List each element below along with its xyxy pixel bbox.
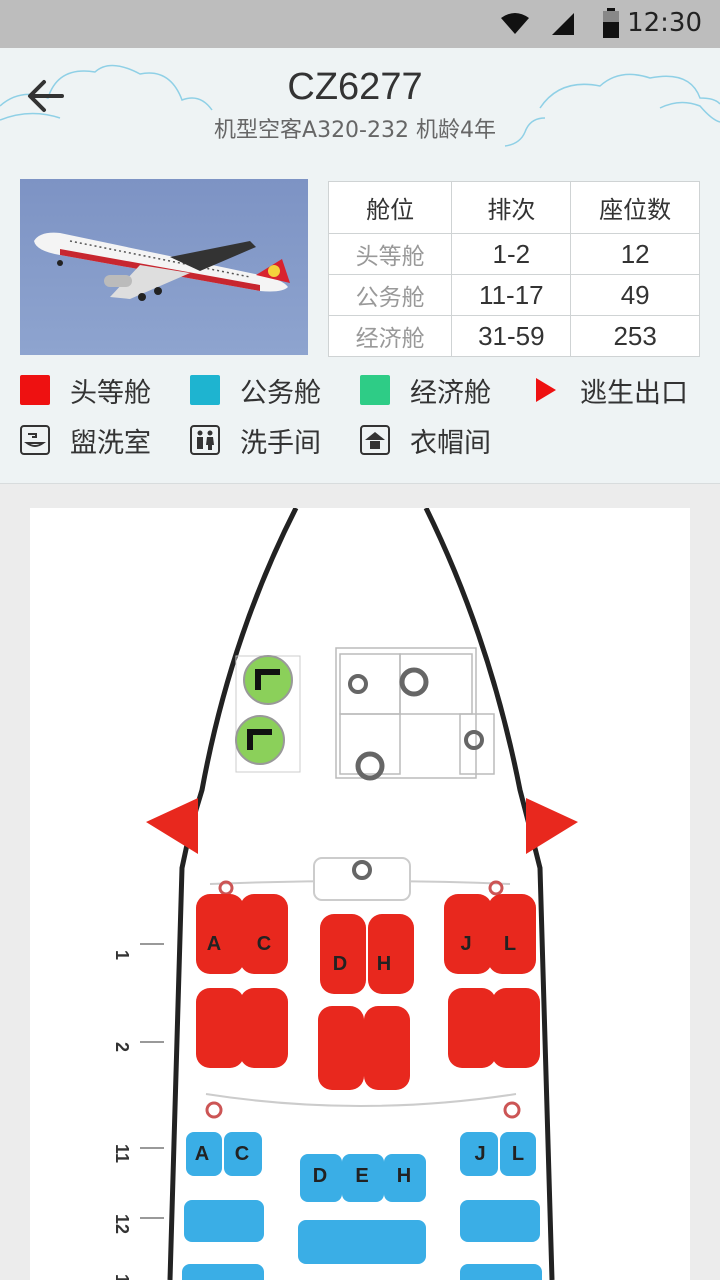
status-bar: 12:30: [0, 0, 720, 48]
galley-unit: [235, 715, 285, 765]
washroom-icon: [20, 425, 50, 455]
flight-number: CZ6277: [287, 66, 423, 108]
seat-letter: A: [195, 1143, 209, 1165]
legend-restroom: 洗手间: [190, 420, 321, 460]
legend-washroom: 盥洗室: [20, 420, 151, 460]
signal-icon: [552, 13, 574, 35]
cell-cabin: 头等舱: [327, 233, 453, 275]
service-point-icon: [503, 1101, 521, 1119]
seat-letter: D: [333, 953, 347, 975]
table-row: 经济舱 31-59 253: [327, 315, 700, 357]
seat-map: 1 2 11 12 13: [112, 508, 578, 1280]
legend-first-class: 头等舱: [20, 370, 151, 410]
aircraft-photo: [20, 179, 308, 355]
business-class-swatch: [190, 375, 220, 405]
table-row: 公务舱 11-17 49: [327, 274, 700, 316]
cell-rows: 31-59: [451, 315, 572, 357]
legend-economy-class: 经济舱: [360, 370, 491, 410]
first-class-swatch: [20, 375, 50, 405]
cell-seats: 49: [570, 274, 700, 316]
seat: [184, 1200, 264, 1242]
seat: [240, 988, 288, 1068]
exit-arrow-right: [526, 798, 578, 854]
legend-label: 衣帽间: [410, 427, 491, 459]
seat-letter: L: [512, 1143, 524, 1165]
restroom-icon: [190, 425, 220, 455]
table-header-row: 舱位 排次 座位数: [327, 181, 700, 234]
cell-rows: 11-17: [451, 274, 572, 316]
aircraft-info: 机型空客A320-232 机龄4年: [214, 118, 496, 143]
seat-letter: J: [460, 933, 471, 955]
cell-cabin: 经济舱: [327, 315, 453, 357]
legend-business-class: 公务舱: [190, 370, 321, 410]
legend-label: 逃生出口: [580, 377, 688, 409]
legend-cloakroom: 衣帽间: [360, 420, 491, 460]
exit-arrow-icon: [536, 378, 556, 402]
legend-label: 洗手间: [240, 427, 321, 459]
legend-label: 盥洗室: [70, 427, 151, 459]
legend-label: 头等舱: [70, 377, 151, 409]
cabin-summary-table: 舱位 排次 座位数 头等舱 1-2 12 公务舱 11-17 49 经济舱 31…: [327, 181, 700, 357]
wifi-icon: [501, 13, 529, 34]
row-label: 13: [112, 1274, 132, 1280]
legend-exit: 逃生出口: [534, 370, 688, 410]
service-point-icon: [464, 730, 484, 750]
seat-letter: L: [504, 933, 516, 955]
cabin-divider: [205, 1093, 517, 1107]
status-time: 12:30: [627, 8, 702, 38]
seat-letter: H: [397, 1165, 411, 1187]
seat-letter: D: [313, 1165, 327, 1187]
cell-cabin: 公务舱: [327, 274, 453, 316]
battery-icon: [603, 8, 619, 38]
seat-letter: H: [377, 953, 391, 975]
economy-class-swatch: [360, 375, 390, 405]
seat: [460, 1200, 540, 1242]
legend-label: 经济舱: [410, 377, 491, 409]
cell-rows: 1-2: [451, 233, 572, 275]
seat-letter: J: [474, 1143, 485, 1165]
exit-arrow-left: [146, 798, 198, 854]
seat: [448, 988, 496, 1068]
flight-header: CZ6277 机型空客A320-232 机龄4年 舱位 排次 座位数 头等舱 1…: [0, 48, 720, 484]
service-point-icon: [399, 667, 429, 697]
cloakroom-icon: [360, 425, 390, 455]
service-point-icon: [205, 1101, 223, 1119]
cell-seats: 253: [570, 315, 700, 357]
row-label: 12: [112, 1214, 132, 1234]
seat: [318, 1006, 364, 1090]
seat-letter: C: [235, 1143, 249, 1165]
seat: [460, 1264, 542, 1280]
legend-label: 公务舱: [240, 377, 321, 409]
seat: [196, 988, 244, 1068]
service-point-icon: [348, 674, 368, 694]
table-row: 头等舱 1-2 12: [327, 233, 700, 275]
seat-letter: C: [257, 933, 271, 955]
header-rows: 排次: [451, 181, 572, 234]
row-label: 11: [112, 1144, 132, 1163]
cell-seats: 12: [570, 233, 700, 275]
seat-letter: E: [355, 1165, 368, 1187]
header-seats: 座位数: [570, 181, 700, 234]
header-cabin: 舱位: [327, 181, 453, 234]
seat: [182, 1264, 264, 1280]
row-label: 1: [112, 950, 132, 960]
seat-map-card: 1 2 11 12 13: [30, 508, 690, 1280]
row-label: 2: [112, 1042, 132, 1052]
galley-unit: [243, 655, 293, 705]
seat: [492, 988, 540, 1068]
seat: [298, 1220, 426, 1264]
seat: [364, 1006, 410, 1090]
first-class-seats: [196, 894, 540, 1090]
seat-letter: A: [207, 933, 221, 955]
